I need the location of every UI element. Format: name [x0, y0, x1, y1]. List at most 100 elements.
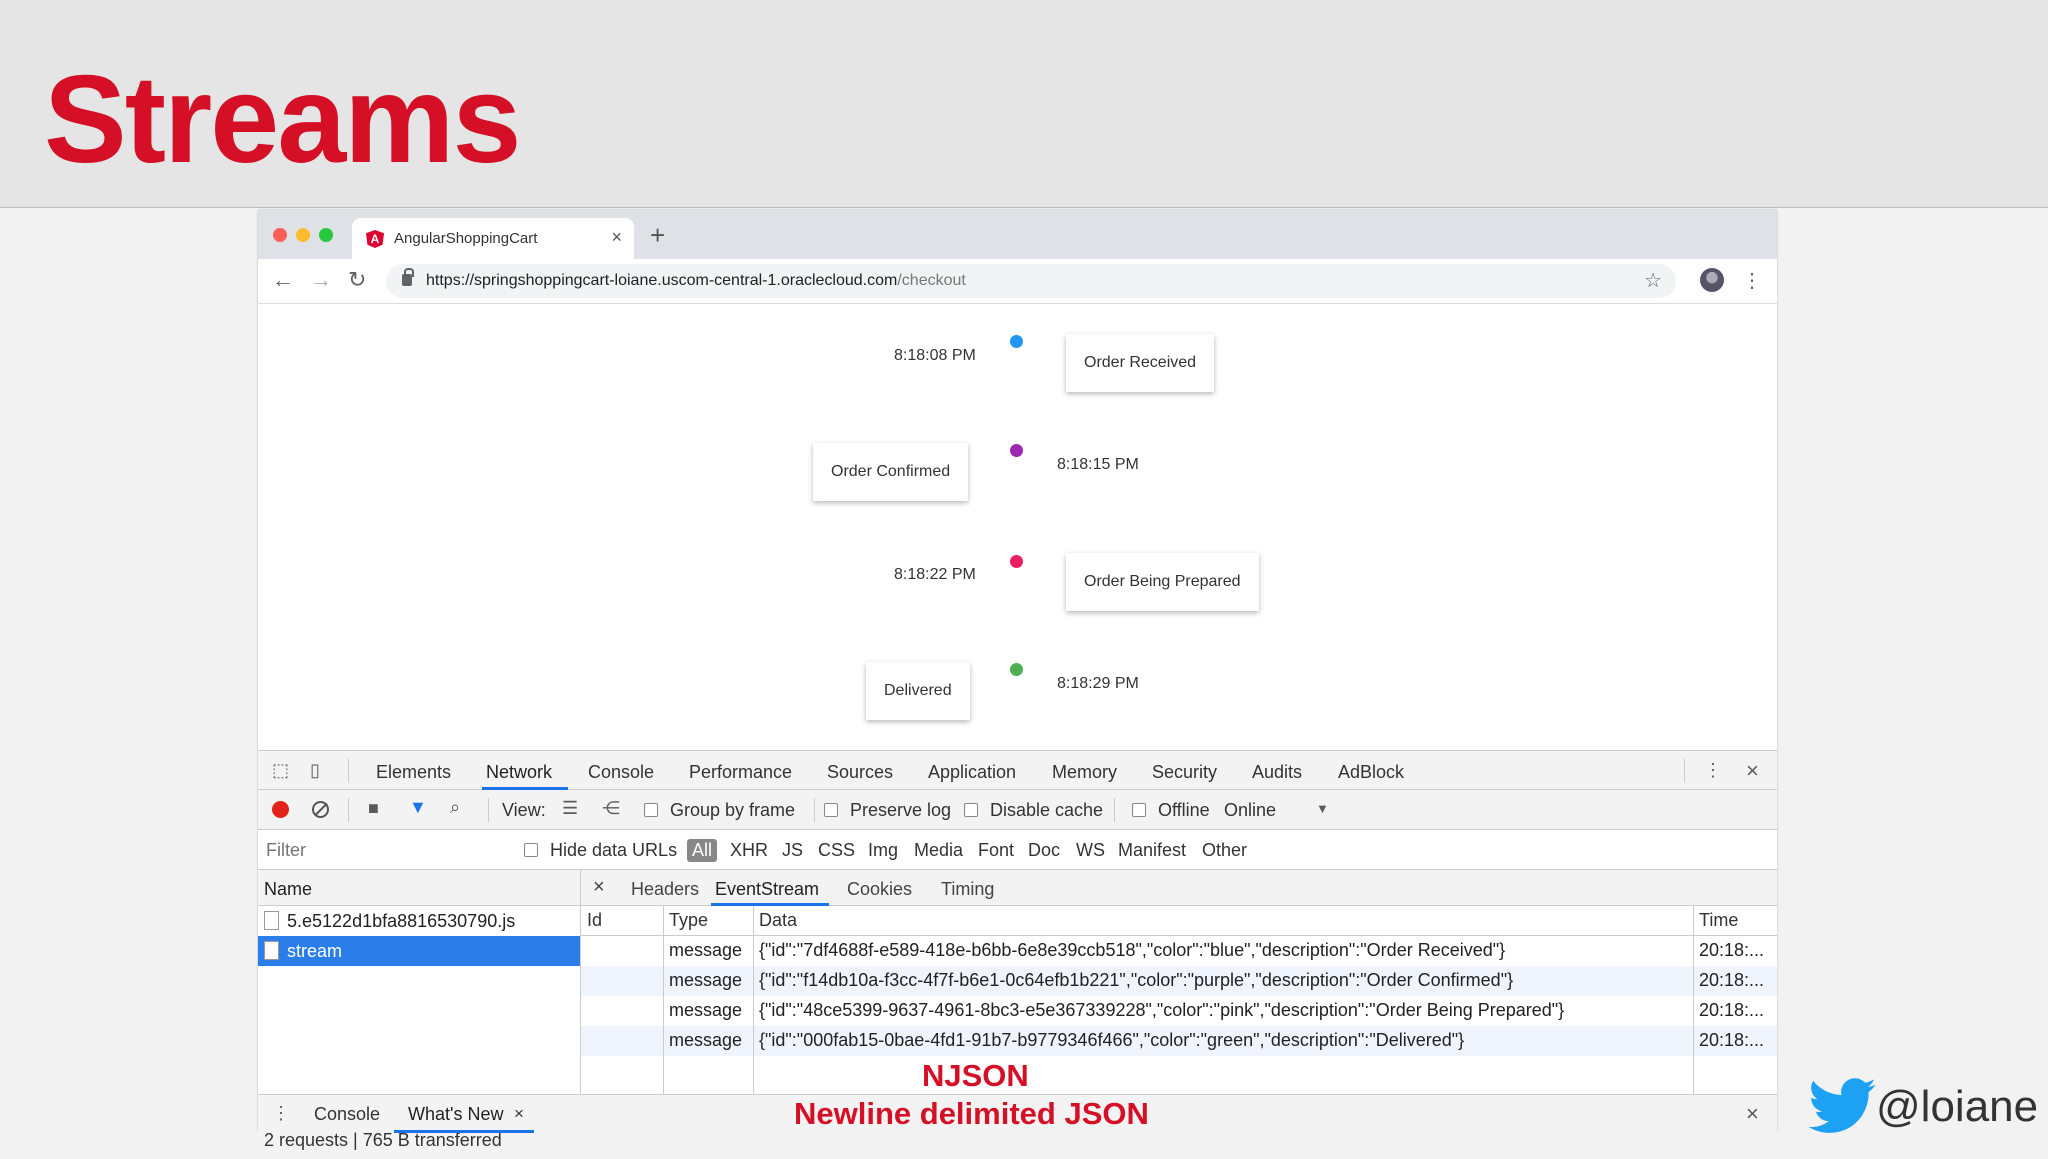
- filter-type-other[interactable]: Other: [1202, 840, 1247, 861]
- event-timestamp: 20:18:...: [1699, 1000, 1765, 1020]
- request-row[interactable]: 5.e5122d1bfa8816530790.js: [258, 906, 580, 936]
- minimize-window-button[interactable]: [296, 228, 310, 242]
- column-header-time[interactable]: Time: [1693, 906, 1744, 936]
- hide-data-urls-label: Hide data URLs: [550, 840, 678, 860]
- filter-type-media[interactable]: Media: [914, 840, 963, 861]
- event-type: message: [669, 1030, 743, 1050]
- group-by-frame-checkbox[interactable]: [644, 803, 658, 817]
- filter-type-manifest[interactable]: Manifest: [1118, 840, 1186, 861]
- clear-button[interactable]: [312, 801, 329, 818]
- request-row-selected[interactable]: stream: [258, 936, 580, 966]
- name-column-header[interactable]: Name: [258, 870, 580, 906]
- waterfall-icon[interactable]: ⋲: [602, 798, 620, 819]
- drawer-close-icon[interactable]: ×: [1746, 1101, 1759, 1127]
- maximize-window-button[interactable]: [319, 228, 333, 242]
- inspect-element-icon[interactable]: ⬚: [272, 760, 289, 781]
- browser-window: A AngularShoppingCart × + ← → ↻ https://…: [258, 210, 1777, 1159]
- divider: [348, 798, 349, 822]
- back-icon[interactable]: ←: [272, 267, 294, 293]
- tab-sources[interactable]: Sources: [827, 762, 893, 783]
- tab-close-icon[interactable]: ×: [611, 227, 622, 248]
- close-window-button[interactable]: [273, 228, 287, 242]
- throttling-select[interactable]: Online: [1224, 800, 1276, 821]
- tab-memory[interactable]: Memory: [1052, 762, 1117, 783]
- twitter-handle: @loiane: [1876, 1082, 2039, 1131]
- drawer-tab-close-icon[interactable]: ×: [514, 1104, 524, 1124]
- capture-screenshots-icon[interactable]: ■: [368, 798, 379, 819]
- view-label: View:: [502, 800, 546, 820]
- filter-type-font[interactable]: Font: [978, 840, 1014, 861]
- filter-input[interactable]: [262, 836, 504, 864]
- tab-headers[interactable]: Headers: [631, 879, 699, 900]
- bookmark-star-icon[interactable]: ☆: [1644, 268, 1662, 293]
- divider: [1114, 798, 1115, 822]
- event-type: message: [669, 940, 743, 960]
- new-tab-icon[interactable]: +: [650, 220, 665, 251]
- active-tab-indicator: [394, 1130, 534, 1133]
- profile-avatar[interactable]: [1700, 268, 1724, 292]
- browser-menu-icon[interactable]: ⋮: [1742, 268, 1762, 293]
- preserve-log-checkbox[interactable]: [824, 803, 838, 817]
- filter-type-doc[interactable]: Doc: [1028, 840, 1060, 861]
- tab-elements[interactable]: Elements: [376, 762, 451, 783]
- hide-data-urls-checkbox[interactable]: [524, 843, 538, 857]
- tab-eventstream[interactable]: EventStream: [715, 879, 819, 900]
- filter-type-js[interactable]: JS: [782, 840, 803, 861]
- column-header-id[interactable]: Id: [581, 906, 608, 936]
- search-icon[interactable]: ⌕: [450, 797, 460, 818]
- tab-security[interactable]: Security: [1152, 762, 1217, 783]
- url-host: https://springshoppingcart-loiane.uscom-…: [426, 272, 898, 289]
- request-list: Name 5.e5122d1bfa8816530790.js stream 2 …: [258, 870, 581, 1159]
- devtools-close-icon[interactable]: ×: [1746, 758, 1759, 784]
- column-divider: [663, 906, 664, 1094]
- drawer-tab-whats-new[interactable]: What's New: [408, 1104, 503, 1125]
- eventstream-table: Id Type Data Time message {"id":"7df4688…: [581, 906, 1777, 1094]
- table-row[interactable]: message {"id":"48ce5399-9637-4961-8bc3-e…: [581, 996, 1777, 1026]
- filter-type-img[interactable]: Img: [868, 840, 898, 861]
- tab-application[interactable]: Application: [928, 762, 1016, 783]
- filter-type-css[interactable]: CSS: [818, 840, 855, 861]
- offline-checkbox[interactable]: [1132, 803, 1146, 817]
- reload-icon[interactable]: ↻: [348, 267, 366, 293]
- tab-performance[interactable]: Performance: [689, 762, 792, 783]
- filter-type-ws[interactable]: WS: [1076, 840, 1105, 861]
- tab-timing[interactable]: Timing: [941, 879, 994, 900]
- drawer-menu-icon[interactable]: ⋮: [272, 1103, 290, 1124]
- event-dot: [1010, 555, 1023, 568]
- device-toolbar-icon[interactable]: ▯: [310, 760, 320, 781]
- filter-type-xhr[interactable]: XHR: [730, 840, 768, 861]
- offline-label: Offline: [1158, 800, 1210, 820]
- column-header-type[interactable]: Type: [663, 906, 714, 936]
- event-dot: [1010, 444, 1023, 457]
- event-data: {"id":"7df4688f-e589-418e-b6bb-6e8e39ccb…: [759, 940, 1506, 960]
- tab-audits[interactable]: Audits: [1252, 762, 1302, 783]
- disable-cache-checkbox[interactable]: [964, 803, 978, 817]
- drawer-tab-console[interactable]: Console: [314, 1104, 380, 1125]
- divider: [1684, 759, 1685, 783]
- table-row[interactable]: message {"id":"f14db10a-f3cc-4f7f-b6e1-0…: [581, 966, 1777, 996]
- table-row[interactable]: message {"id":"7df4688f-e589-418e-b6bb-6…: [581, 936, 1777, 966]
- address-bar[interactable]: https://springshoppingcart-loiane.uscom-…: [386, 264, 1676, 298]
- url-text[interactable]: https://springshoppingcart-loiane.uscom-…: [426, 272, 966, 290]
- devtools-menu-icon[interactable]: ⋮: [1704, 760, 1722, 781]
- browser-tab[interactable]: A AngularShoppingCart ×: [352, 218, 634, 259]
- tab-cookies[interactable]: Cookies: [847, 879, 912, 900]
- tab-adblock[interactable]: AdBlock: [1338, 762, 1404, 783]
- tab-console[interactable]: Console: [588, 762, 654, 783]
- large-rows-icon[interactable]: ☰: [562, 798, 578, 819]
- event-type: message: [669, 1000, 743, 1020]
- close-detail-icon[interactable]: ×: [593, 876, 605, 899]
- chevron-down-icon[interactable]: ▼: [1316, 801, 1329, 816]
- forward-icon[interactable]: →: [310, 267, 332, 293]
- request-name: stream: [287, 941, 343, 961]
- filter-icon[interactable]: ▼: [409, 797, 427, 818]
- url-path: /checkout: [897, 272, 966, 289]
- group-by-frame-label: Group by frame: [670, 800, 796, 820]
- column-header-data[interactable]: Data: [753, 906, 803, 936]
- browser-toolbar: ← → ↻ https://springshoppingcart-loiane.…: [258, 259, 1777, 304]
- table-row[interactable]: message {"id":"000fab15-0bae-4fd1-91b7-b…: [581, 1026, 1777, 1056]
- event-card: Order Received: [1066, 334, 1215, 392]
- filter-type-all[interactable]: All: [687, 839, 718, 862]
- record-button[interactable]: [272, 801, 289, 818]
- tab-network[interactable]: Network: [486, 762, 552, 783]
